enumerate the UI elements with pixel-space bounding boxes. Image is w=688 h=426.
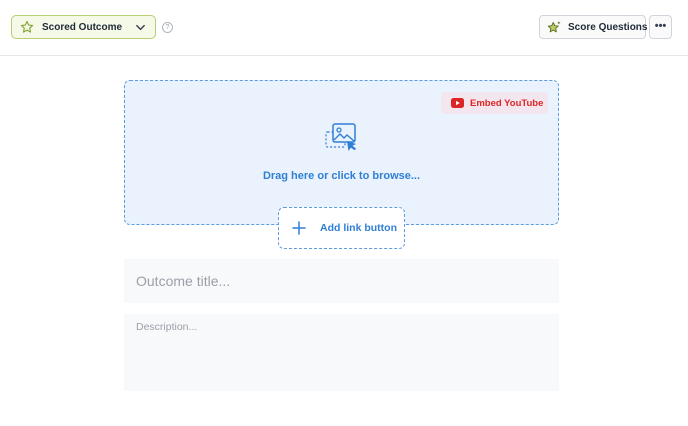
score-questions-label: Score Questions (568, 21, 648, 33)
media-dropzone[interactable]: Embed YouTube Drag here or click to brow… (124, 80, 559, 225)
outcome-type-select[interactable]: Scored Outcome (11, 15, 156, 39)
outcome-title-input[interactable] (124, 259, 559, 303)
image-upload-icon (325, 123, 357, 153)
dropzone-prompt: Drag here or click to browse... (262, 170, 421, 182)
outcome-type-label: Scored Outcome (42, 21, 123, 33)
youtube-icon (451, 98, 464, 108)
star-icon (20, 20, 34, 34)
score-questions-button[interactable]: Score Questions (539, 15, 648, 39)
star-sparkle-icon (547, 20, 562, 35)
chevron-down-icon (135, 22, 146, 33)
help-icon[interactable]: ? (162, 22, 173, 33)
embed-youtube-button[interactable]: Embed YouTube (441, 92, 548, 114)
embed-youtube-label: Embed YouTube (470, 97, 544, 109)
plus-icon (292, 221, 306, 235)
top-toolbar: Scored Outcome ? Score Questions ••• (0, 0, 688, 56)
more-options-button[interactable]: ••• (649, 15, 672, 39)
add-link-label: Add link button (320, 222, 397, 234)
add-link-button[interactable]: Add link button (278, 207, 405, 249)
description-textarea[interactable] (124, 314, 559, 391)
